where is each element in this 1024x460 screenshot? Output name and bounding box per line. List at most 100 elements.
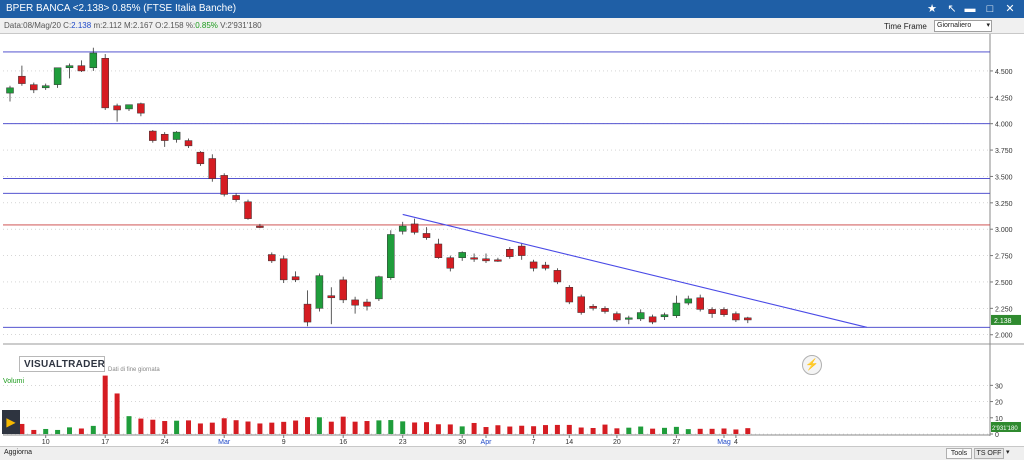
- last-volume-label: 2'931'180: [992, 426, 1018, 432]
- volume-bar: [662, 427, 667, 434]
- tools-button[interactable]: Tools: [946, 448, 972, 459]
- candle-body: [160, 133, 169, 141]
- candle-body: [137, 103, 145, 114]
- y-tick-label: 2.750: [995, 254, 1013, 261]
- volume-bar: [328, 421, 334, 434]
- candle-body: [89, 52, 98, 69]
- close-icon[interactable]: ✕: [1002, 2, 1018, 16]
- candle-body: [149, 130, 157, 141]
- logo-text: VISUALTRADER: [24, 359, 106, 370]
- x-tick-label: 20: [613, 439, 621, 446]
- star-icon[interactable]: ★: [924, 2, 940, 16]
- candle-body: [30, 84, 38, 91]
- volume-value: 2'931'180: [227, 21, 262, 30]
- candle-body: [744, 317, 752, 321]
- timeframe-value: Giornaliero: [937, 22, 972, 29]
- candle-body: [565, 286, 574, 303]
- candle-body: [410, 223, 419, 233]
- volume-bar: [424, 422, 429, 434]
- volume-bar: [197, 423, 203, 434]
- candle-body: [553, 270, 562, 283]
- date-value: 08/Mag/20: [23, 21, 61, 30]
- volume-bar: [364, 421, 370, 434]
- volume-bar: [590, 428, 596, 434]
- volume-bar: [31, 429, 37, 434]
- volume-bar: [19, 423, 25, 434]
- candle-body: [279, 258, 288, 281]
- aggiorna-button[interactable]: Aggiorna: [4, 449, 32, 456]
- volume-bar: [209, 422, 215, 434]
- x-tick-label: 27: [673, 439, 681, 446]
- x-tick-label: Mar: [218, 439, 231, 446]
- candle-body: [613, 313, 621, 321]
- bottom-bar: Aggiorna Tools TS OFF ▾: [0, 446, 1024, 460]
- candle-body: [696, 297, 704, 310]
- maximize-icon[interactable]: □: [982, 2, 998, 16]
- candle-body: [6, 87, 14, 94]
- candle-body: [470, 257, 478, 260]
- volume-bar: [388, 420, 394, 434]
- pin-icon[interactable]: ↖: [944, 2, 960, 16]
- volume-bar: [495, 425, 501, 434]
- volume-bar: [507, 426, 513, 434]
- volume-bar: [412, 422, 418, 434]
- candle-body: [113, 105, 121, 111]
- volume-bar: [114, 393, 120, 434]
- volume-bars: [7, 375, 751, 434]
- candle-body: [268, 254, 276, 262]
- volume-bar: [721, 428, 727, 434]
- volume-bar: [638, 426, 644, 434]
- candle-body: [517, 245, 526, 256]
- candle-body: [363, 301, 371, 307]
- candle-body: [398, 225, 407, 232]
- y-tick-label: 4.000: [995, 122, 1013, 129]
- price-volume-chart[interactable]: 2.000 2.250 2.500 2.750 3.000 3.250 3.500 3.750…: [0, 34, 1024, 446]
- volume-bar: [316, 417, 322, 434]
- close-label: C:: [63, 21, 72, 30]
- candle-body: [684, 298, 693, 304]
- y-tick-label: 4.250: [995, 95, 1013, 102]
- date-axis: 10 17 24 Mar 9 16 23 30 Apr 7 14 20 27 Mag 4: [3, 434, 990, 446]
- candle-body: [315, 275, 324, 309]
- chevron-down-icon[interactable]: ▾: [1006, 448, 1010, 456]
- candle-body: [291, 276, 300, 281]
- candle-body: [625, 317, 633, 320]
- last-price-label: 2.138: [994, 318, 1012, 325]
- timeframe-select[interactable]: Giornaliero ▾: [934, 20, 992, 32]
- candle-body: [434, 243, 443, 258]
- close-value: 2.138: [71, 21, 92, 30]
- candle-body: [541, 264, 550, 269]
- x-tick-label: Mag: [717, 439, 731, 446]
- volume-bar: [67, 427, 72, 434]
- volume-bar: [554, 424, 560, 434]
- x-tick-label: 14: [565, 439, 573, 446]
- lightning-icon[interactable]: ⚡: [802, 355, 822, 375]
- volume-bar: [435, 424, 441, 434]
- y-tick-label: 4.500: [995, 69, 1013, 76]
- volume-bar: [531, 426, 537, 434]
- change-value: 0.85%: [195, 21, 218, 30]
- volume-tick-label: 0: [995, 432, 999, 439]
- candle-body: [601, 308, 609, 312]
- volume-bar: [126, 416, 132, 434]
- x-tick-label: 7: [532, 439, 536, 446]
- candle-body: [375, 276, 383, 300]
- volume-bar: [733, 429, 739, 434]
- window-title: BPER BANCA <2.138> 0.85% (FTSE Italia Ba…: [6, 3, 237, 14]
- candle-body: [720, 309, 728, 315]
- volume-bar: [55, 429, 61, 434]
- play-icon[interactable]: ▶: [2, 410, 20, 434]
- candle-body: [648, 316, 657, 323]
- candle-body: [708, 309, 716, 314]
- volume-bar: [376, 420, 382, 434]
- volume-bar: [43, 428, 49, 434]
- volume-bar: [685, 429, 691, 434]
- last-price-tag: 2.138: [991, 314, 1021, 325]
- candle-body: [208, 158, 217, 179]
- volume-bar: [78, 428, 84, 434]
- y-tick-label: 3.250: [995, 201, 1013, 208]
- minimize-icon[interactable]: ▬: [962, 2, 978, 16]
- ts-off-button[interactable]: TS OFF: [974, 448, 1004, 459]
- candle-body: [125, 104, 133, 110]
- candle-body: [458, 252, 466, 258]
